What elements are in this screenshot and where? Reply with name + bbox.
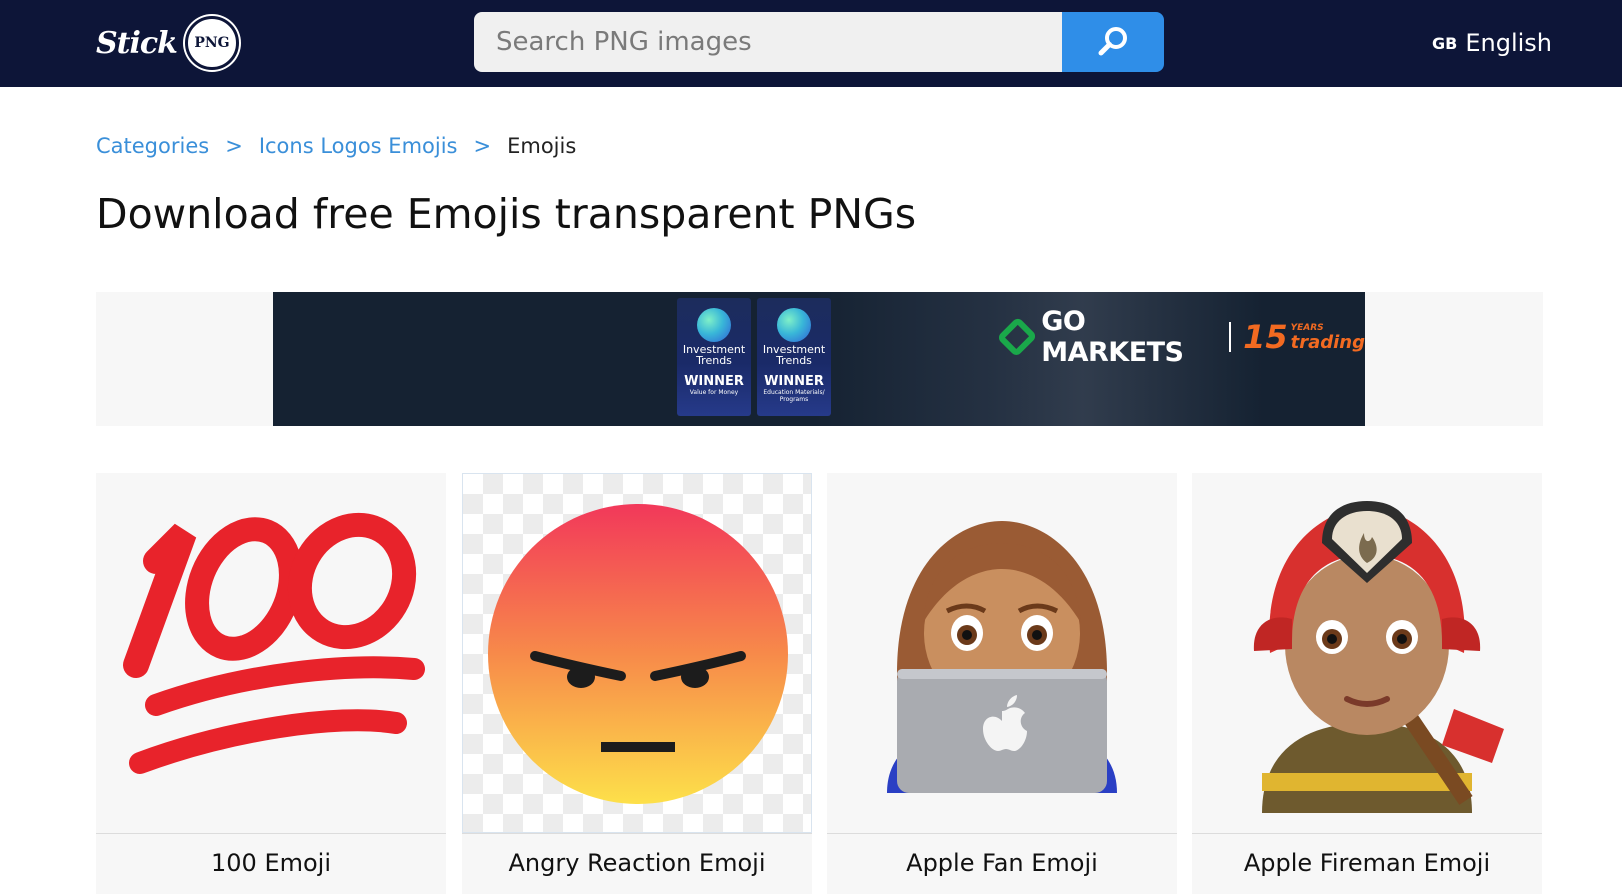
breadcrumb-separator: > — [473, 134, 492, 158]
image-card-apple-fan-emoji[interactable]: Apple Fan Emoji — [827, 473, 1177, 894]
site-header: Stick PNG GB English — [0, 0, 1622, 87]
card-divider — [96, 833, 446, 834]
firefighter-emoji-icon — [1253, 501, 1504, 813]
breadcrumb: Categories > Icons Logos Emojis > Emojis — [96, 128, 576, 164]
card-title[interactable]: 100 Emoji — [96, 849, 446, 877]
card-title[interactable]: Angry Reaction Emoji — [462, 849, 812, 877]
breadcrumb-icons-logos-emojis[interactable]: Icons Logos Emojis — [259, 134, 458, 158]
award-title: WINNER — [684, 374, 744, 389]
woman-laptop-emoji-icon — [887, 521, 1117, 793]
years-badge: 15 YEARS trading — [1243, 318, 1365, 356]
search-form — [474, 12, 1164, 72]
card-thumbnail[interactable] — [1192, 473, 1542, 833]
angry-face-emoji-icon — [488, 504, 788, 804]
award-subtitle: Education Materials/ Programs — [763, 389, 825, 403]
advertisement-banner[interactable]: Investment Trends WINNER Value for Money… — [273, 292, 1365, 426]
investment-trends-logo-icon — [777, 308, 811, 342]
card-divider — [827, 833, 1177, 834]
award-brand-line2: Trends — [776, 354, 812, 367]
card-thumbnail[interactable] — [827, 473, 1177, 833]
logo-divider — [1229, 322, 1232, 352]
breadcrumb-separator: > — [225, 134, 243, 158]
site-logo[interactable]: Stick PNG — [96, 14, 239, 72]
investment-trends-logo-icon — [697, 308, 731, 342]
search-button[interactable] — [1062, 12, 1164, 72]
company-name: GO MARKETS — [1041, 306, 1184, 368]
years-number: 15 — [1243, 318, 1288, 356]
award-subtitle: Value for Money — [689, 389, 739, 396]
award-badge-value: Investment Trends WINNER Value for Money — [677, 298, 751, 416]
years-word: trading — [1290, 332, 1365, 353]
language-selector[interactable]: GB English — [1432, 24, 1552, 62]
award-badge-education: Investment Trends WINNER Education Mater… — [757, 298, 831, 416]
image-card-angry-reaction-emoji[interactable]: Angry Reaction Emoji — [462, 473, 812, 894]
language-code: GB — [1432, 33, 1458, 53]
award-brand-line2: Trends — [696, 354, 732, 367]
card-divider — [1192, 833, 1542, 834]
hundred-points-emoji-icon — [123, 512, 425, 774]
page-title: Download free Emojis transparent PNGs — [96, 190, 917, 238]
logo-badge: PNG — [184, 16, 239, 70]
image-card-apple-fireman-emoji[interactable]: Apple Fireman Emoji — [1192, 473, 1542, 894]
card-divider — [462, 833, 812, 834]
card-thumbnail[interactable] — [96, 473, 446, 833]
search-input[interactable] — [474, 12, 1062, 72]
go-markets-logo-icon — [996, 316, 1038, 358]
go-markets-logo: GO MARKETS 15 YEARS trading — [996, 306, 1365, 368]
breadcrumb-current: Emojis — [507, 134, 577, 158]
card-thumbnail[interactable] — [462, 473, 812, 833]
search-icon — [1098, 27, 1127, 56]
image-card-100-emoji[interactable]: 100 Emoji — [96, 473, 446, 894]
card-title[interactable]: Apple Fireman Emoji — [1192, 849, 1542, 877]
language-label: English — [1465, 29, 1552, 57]
card-title[interactable]: Apple Fan Emoji — [827, 849, 1177, 877]
award-title: WINNER — [764, 374, 824, 389]
logo-text: Stick — [96, 25, 178, 61]
breadcrumb-categories[interactable]: Categories — [96, 134, 209, 158]
